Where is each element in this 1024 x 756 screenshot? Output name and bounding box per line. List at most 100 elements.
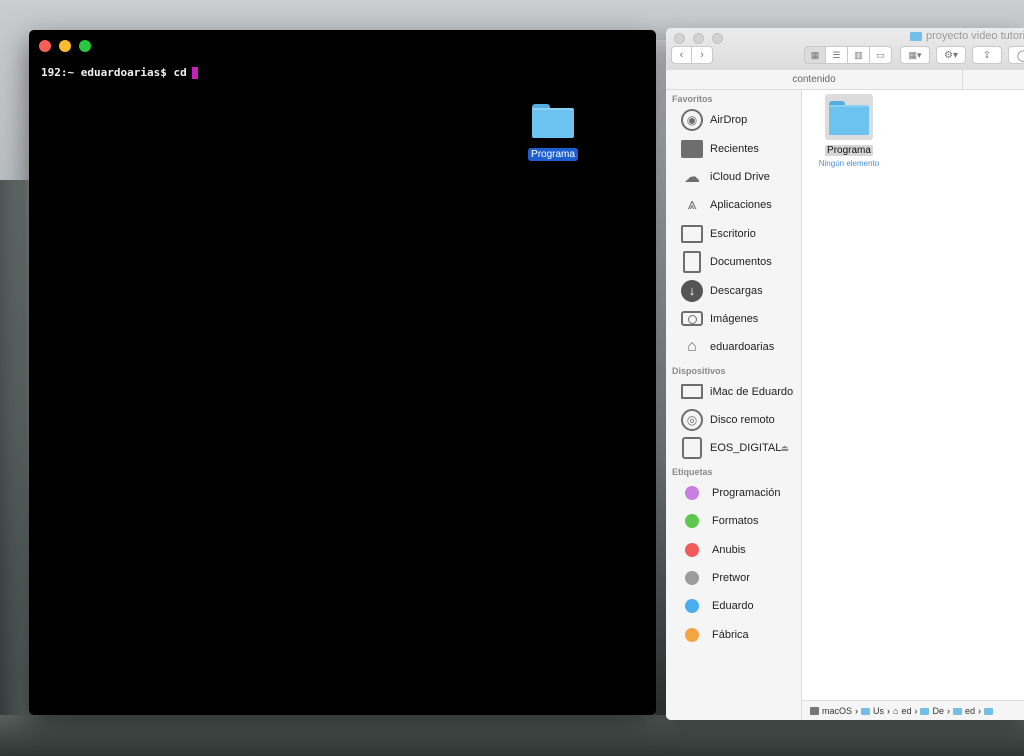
share-button[interactable]: ⇪ [972, 46, 1002, 64]
chevron-left-icon: ‹ [679, 49, 684, 61]
icon-view-button[interactable]: ▦ [804, 46, 826, 64]
gear-icon: ⚙▾ [944, 49, 958, 61]
sidebar-item-label: Formatos [712, 515, 759, 528]
sidebar-item-descargas[interactable]: ↓ Descargas [666, 276, 801, 304]
tag-color-dot [685, 627, 699, 642]
finder-sidebar: Favoritos ◉ AirDrop Recientes ☁ iCloud D… [666, 90, 802, 720]
home-icon: ⌂ [893, 706, 899, 716]
arrange-button[interactable]: ▦▾ [900, 46, 930, 64]
sidebar-item-airdrop[interactable]: ◉ AirDrop [666, 106, 801, 134]
path-item[interactable]: De [932, 706, 944, 716]
camera-icon [680, 308, 704, 330]
sidebar-item-aplicaciones[interactable]: ⩓ Aplicaciones [666, 191, 801, 219]
sidebar-item-icloud-drive[interactable]: ☁ iCloud Drive [666, 163, 801, 191]
sidebar-item-label: Eduardo [712, 600, 754, 613]
eject-icon[interactable]: ⏏ [780, 443, 789, 454]
forward-button[interactable]: › [692, 46, 713, 64]
path-bar: macOS › Us › ⌂ ed › De › ed › [802, 700, 1024, 720]
tag-color-dot [685, 542, 699, 557]
sidebar-tag-fabrica[interactable]: Fábrica [666, 621, 801, 649]
maximize-button[interactable] [79, 40, 91, 52]
downloads-icon: ↓ [680, 279, 704, 302]
nav-buttons: ‹ › [671, 46, 713, 64]
close-button[interactable] [39, 40, 51, 52]
sidebar-item-disco-remoto[interactable]: ◎ Disco remoto [666, 406, 801, 434]
recents-icon [680, 138, 704, 160]
disk-icon [810, 707, 819, 715]
list-view-button[interactable]: ☰ [826, 46, 848, 64]
sidebar-item-label: Imágenes [710, 312, 759, 325]
finder-content[interactable]: Programa Ningún elemento [802, 90, 1024, 700]
column-view-button[interactable]: ▥ [848, 46, 870, 64]
tag-color-dot [685, 599, 699, 614]
folder-item[interactable]: Programa Ningún elemento [812, 94, 886, 168]
column-header[interactable]: contenido [666, 70, 963, 89]
sidebar-section-tags: Etiquetas [672, 466, 713, 477]
minimize-button[interactable] [59, 40, 71, 52]
sidebar-section-devices: Dispositivos [672, 365, 726, 376]
path-item[interactable]: macOS [822, 706, 852, 716]
sidebar-item-label: Disco remoto [710, 414, 775, 427]
desktop-icon [680, 223, 704, 245]
chevron-right-icon: › [946, 706, 950, 716]
sidebar-item-eos-digital[interactable]: EOS_DIGITAL ⏏ [666, 434, 801, 462]
close-button[interactable] [674, 33, 685, 44]
cloud-icon: ☁ [684, 168, 700, 186]
sidebar-item-label: Fábrica [712, 628, 749, 641]
sidebar-item-label: AirDrop [710, 114, 748, 127]
dragged-folder-label: Programa [528, 148, 578, 161]
path-item[interactable]: ed [901, 706, 911, 716]
path-item[interactable]: ed [965, 706, 975, 716]
sidebar-item-imac[interactable]: iMac de Eduardo [666, 378, 801, 406]
home-icon: ⌂ [687, 338, 697, 356]
dragged-folder[interactable]: Programa [526, 104, 580, 162]
wallpaper-forest-bottom [0, 715, 1024, 756]
gallery-view-button[interactable]: ▭ [870, 46, 892, 64]
sidebar-tag-eduardo[interactable]: Eduardo [666, 592, 801, 620]
minimize-button[interactable] [693, 33, 704, 44]
sidebar-tag-formatos[interactable]: Formatos [666, 507, 801, 535]
maximize-button[interactable] [712, 33, 723, 44]
finder-window[interactable]: proyecto video tutori ‹ › ▦ ☰ ▥ ▭ ▦▾ ⚙▾ … [666, 28, 1024, 720]
sidebar-section-favorites: Favoritos [672, 94, 713, 104]
gallery-icon: ▭ [876, 49, 885, 60]
airdrop-icon: ◉ [680, 109, 704, 132]
sidebar-item-home[interactable]: ⌂ eduardoarias [666, 333, 801, 361]
imac-icon [680, 381, 704, 403]
drive-icon [680, 437, 704, 460]
sidebar-item-label: Aplicaciones [710, 199, 772, 212]
action-button[interactable]: ⚙▾ [936, 46, 966, 64]
column-header-bar: contenido [666, 70, 1024, 90]
path-item[interactable]: Us [873, 706, 884, 716]
tag-color-dot [685, 571, 699, 586]
finder-window-controls [674, 33, 723, 44]
finder-title-text: proyecto video tutori [926, 30, 1024, 42]
chevron-right-icon: › [887, 706, 891, 716]
tag-color-dot [685, 485, 699, 500]
applications-icon: ⩓ [687, 196, 697, 214]
sidebar-tag-anubis[interactable]: Anubis [666, 535, 801, 563]
sidebar-item-label: iMac de Eduardo [710, 385, 794, 398]
folder-icon [984, 707, 993, 715]
finder-title: proyecto video tutori [910, 30, 1024, 42]
list-icon: ☰ [832, 49, 841, 60]
folder-icon [952, 707, 962, 715]
sidebar-tag-programacion[interactable]: Programación [666, 479, 801, 507]
sidebar-item-escritorio[interactable]: Escritorio [666, 220, 801, 248]
chevron-right-icon: › [914, 706, 918, 716]
terminal-window[interactable]: 192:~ eduardoarias$ cd Programa [29, 30, 656, 715]
back-button[interactable]: ‹ [671, 46, 692, 64]
sidebar-item-label: Documentos [710, 256, 772, 269]
sidebar-tag-pretwor[interactable]: Pretwor [666, 564, 801, 592]
terminal-prompt-line[interactable]: 192:~ eduardoarias$ cd [41, 66, 198, 79]
sidebar-item-label: Descargas [710, 284, 763, 297]
chevron-right-icon: › [700, 49, 704, 61]
sidebar-item-imagenes[interactable]: Imágenes [666, 305, 801, 333]
folder-icon [920, 707, 930, 715]
tags-button[interactable]: ◯ [1008, 46, 1024, 64]
sidebar-item-documentos[interactable]: Documentos [666, 248, 801, 276]
disc-icon: ◎ [680, 409, 704, 432]
terminal-window-controls [39, 40, 91, 52]
sidebar-item-recientes[interactable]: Recientes [666, 134, 801, 162]
folder-icon [532, 104, 574, 138]
